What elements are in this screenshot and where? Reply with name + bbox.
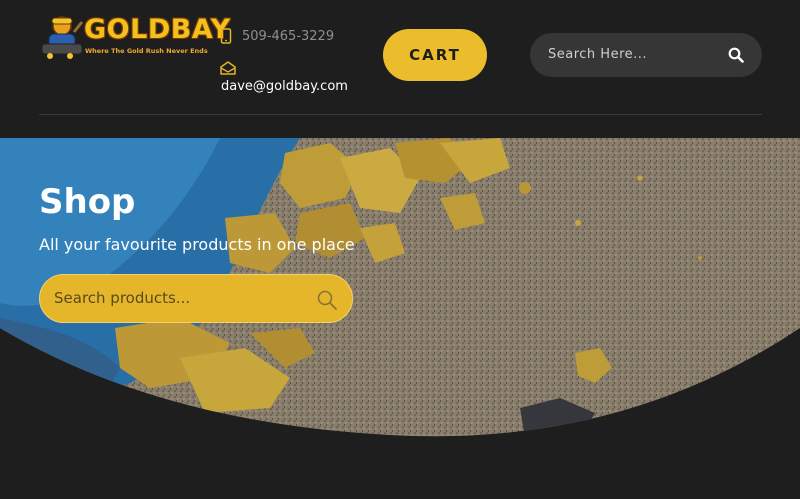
search-icon[interactable]	[316, 289, 338, 311]
page-title: Shop	[39, 182, 136, 222]
product-search-input[interactable]: Search products...	[39, 274, 353, 323]
mail-icon	[220, 61, 236, 75]
search-icon[interactable]	[728, 47, 744, 63]
cart-button[interactable]: CART	[383, 29, 487, 81]
phone-number: 509-465-3229	[242, 28, 335, 44]
logo-tagline: Where The Gold Rush Never Ends	[85, 47, 208, 55]
header-search-placeholder: Search Here...	[548, 47, 648, 62]
shop-hero-banner: Shop All your favourite products in one …	[0, 138, 800, 438]
header-search-input[interactable]: Search Here...	[530, 33, 762, 77]
goldbay-logo[interactable]: GOLDBAY Where The Gold Rush Never Ends	[40, 12, 230, 62]
product-search-placeholder: Search products...	[54, 289, 191, 307]
phone-contact[interactable]: 509-465-3229	[220, 26, 334, 46]
page-subtitle: All your favourite products in one place	[39, 235, 355, 254]
miner-icon	[41, 16, 84, 59]
phone-icon	[220, 28, 232, 44]
header-divider	[39, 114, 762, 115]
site-header: GOLDBAY Where The Gold Rush Never Ends 5…	[0, 0, 800, 138]
logo-text: GOLDBAY	[84, 14, 231, 45]
email-link[interactable]: dave@goldbay.com	[221, 79, 348, 94]
